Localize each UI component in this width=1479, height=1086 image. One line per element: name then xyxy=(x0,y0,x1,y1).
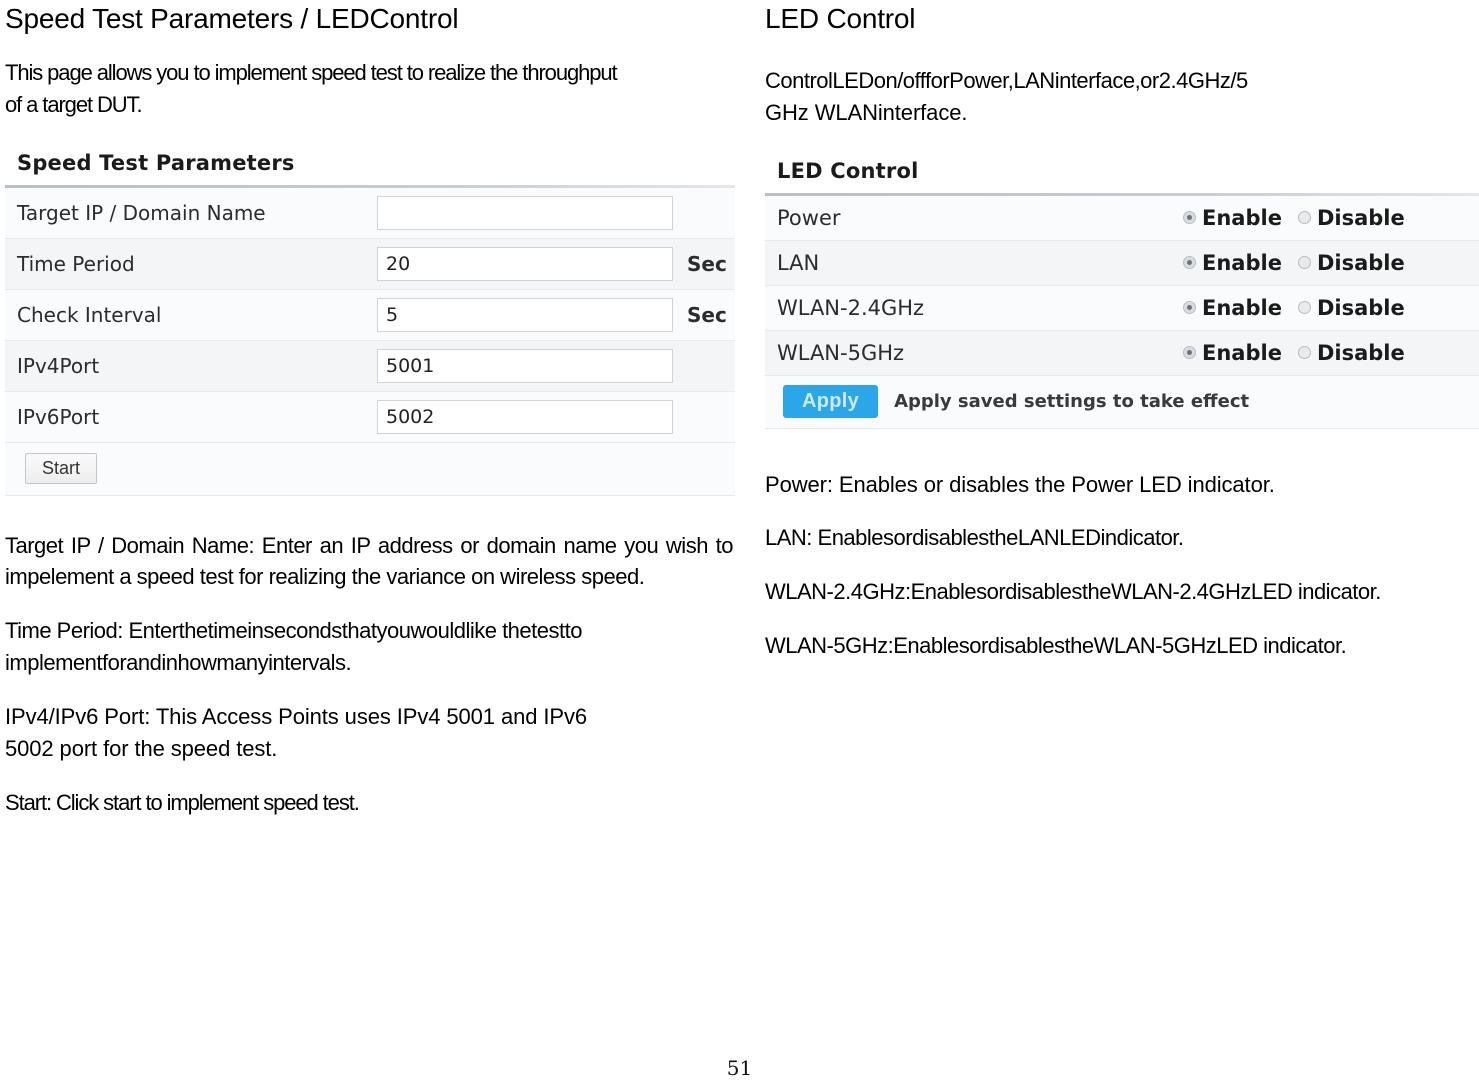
power-label: Power xyxy=(777,205,841,230)
enable-label: Enable xyxy=(1202,250,1282,275)
led-control-figure: LED Control Power Enable Disable LAN Ena… xyxy=(765,150,1479,439)
lan-disable-option[interactable]: Disable xyxy=(1297,250,1405,275)
time-period-input[interactable]: 20 xyxy=(377,246,673,281)
table-row: Check Interval 5 Sec xyxy=(5,289,735,341)
page-number: 51 xyxy=(726,1056,753,1080)
wlan-5ghz-disable-option[interactable]: Disable xyxy=(1297,340,1405,365)
disable-label: Disable xyxy=(1316,340,1405,365)
wlan-5ghz-enable-option[interactable]: Enable xyxy=(1183,341,1282,365)
wlan-24ghz-enable-option[interactable]: Enable xyxy=(1183,296,1282,320)
check-interval-label: Check Interval xyxy=(17,302,162,327)
time-period-description: Time Period: Enterthetimeinsecondsthatyo… xyxy=(5,618,582,676)
figure-footer-strip xyxy=(5,495,735,508)
target-ip-description: Target IP / Domain Name: Enter an IP add… xyxy=(5,532,734,590)
speed-test-parameters-figure: Speed Test Parameters Target IP / Domain… xyxy=(5,142,735,508)
time-period-unit: Sec xyxy=(687,251,727,276)
radio-checked-icon xyxy=(1183,301,1196,315)
page-title: Speed Test Parameters / LEDControl xyxy=(5,3,459,34)
start-button[interactable]: Start xyxy=(25,453,98,485)
radio-unchecked-icon xyxy=(1297,211,1311,225)
table-row: Power Enable Disable xyxy=(765,195,1479,241)
table-row: WLAN-5GHz Enable Disable xyxy=(765,330,1479,376)
time-period-label: Time Period xyxy=(17,251,135,276)
table-row: WLAN-2.4GHz Enable Disable xyxy=(765,285,1479,331)
target-ip-label: Target IP / Domain Name xyxy=(17,200,266,225)
wlan-24ghz-description: WLAN-2.4GHz:EnablesordisablestheWLAN-2.4… xyxy=(765,579,1381,605)
ipv4-port-label: IPv4Port xyxy=(17,353,100,378)
radio-checked-icon xyxy=(1183,346,1196,360)
radio-checked-icon xyxy=(1183,256,1196,270)
document-page: Speed Test Parameters / LEDControl This … xyxy=(0,0,1479,1086)
led-control-figure-title: LED Control xyxy=(777,158,919,183)
disable-label: Disable xyxy=(1316,250,1405,275)
lan-enable-option[interactable]: Enable xyxy=(1183,251,1282,275)
right-column: LED Control ControlLEDon/offforPower,LAN… xyxy=(765,0,1479,662)
lan-options: Enable Disable xyxy=(1183,251,1405,275)
apply-note-text: Apply saved settings to take effect xyxy=(894,391,1250,413)
speed-test-parameters-title: Speed Test Parameters xyxy=(17,150,295,175)
radio-unchecked-icon xyxy=(1297,256,1311,270)
wlan-5ghz-options: Enable Disable xyxy=(1183,341,1405,365)
table-row: Time Period 20 Sec xyxy=(5,238,735,290)
led-control-intro-line1: ControlLEDon/offforPower,LANinterface,or… xyxy=(765,67,1248,93)
ipv4-ipv6-port-description: IPv4/IPv6 Port: This Access Points uses … xyxy=(5,704,587,762)
wlan-5ghz-label: WLAN-5GHz xyxy=(777,340,905,365)
check-interval-input[interactable]: 5 xyxy=(377,297,673,332)
ipv6-port-input[interactable]: 5002 xyxy=(377,399,673,434)
wlan-24ghz-options: Enable Disable xyxy=(1183,296,1405,320)
power-disable-option[interactable]: Disable xyxy=(1297,205,1405,230)
lan-description: LAN: EnablesordisablestheLANLEDindicator… xyxy=(765,525,1184,551)
ipv6-port-label: IPv6Port xyxy=(17,404,100,429)
figure-footer-strip xyxy=(765,428,1479,439)
ipv4-port-input[interactable]: 5001 xyxy=(377,348,673,383)
disable-label: Disable xyxy=(1316,205,1405,230)
table-row: IPv6Port 5002 xyxy=(5,391,735,443)
lan-label: LAN xyxy=(777,250,820,275)
radio-unchecked-icon xyxy=(1297,301,1311,315)
enable-label: Enable xyxy=(1202,340,1282,365)
led-action-row: Apply Apply saved settings to take effec… xyxy=(765,375,1479,429)
wlan-24ghz-label: WLAN-2.4GHz xyxy=(777,295,925,320)
table-row: IPv4Port 5001 xyxy=(5,340,735,392)
table-row: Target IP / Domain Name xyxy=(5,187,735,239)
power-options: Enable Disable xyxy=(1183,206,1405,230)
radio-checked-icon xyxy=(1183,211,1196,225)
table-row: LAN Enable Disable xyxy=(765,240,1479,286)
led-control-title: LED Control xyxy=(765,3,916,34)
left-column: Speed Test Parameters / LEDControl This … xyxy=(5,0,735,819)
target-ip-input[interactable] xyxy=(377,195,673,230)
enable-label: Enable xyxy=(1202,295,1282,320)
enable-label: Enable xyxy=(1202,205,1282,230)
left-intro-paragraph: This page allows you to implement speed … xyxy=(5,59,618,117)
disable-label: Disable xyxy=(1316,295,1405,320)
power-description: Power: Enables or disables the Power LED… xyxy=(765,471,1275,497)
power-enable-option[interactable]: Enable xyxy=(1183,206,1282,230)
check-interval-unit: Sec xyxy=(687,302,727,327)
led-control-intro-line2: GHz WLANinterface. xyxy=(765,99,968,125)
wlan-24ghz-disable-option[interactable]: Disable xyxy=(1297,295,1405,320)
speed-test-action-row: Start xyxy=(5,442,735,496)
wlan-5ghz-description: WLAN-5GHz:EnablesordisablestheWLAN-5GHzL… xyxy=(765,633,1347,659)
radio-unchecked-icon xyxy=(1297,346,1311,360)
apply-button[interactable]: Apply xyxy=(783,385,879,419)
start-description: Start: Click start to implement speed te… xyxy=(5,789,360,815)
